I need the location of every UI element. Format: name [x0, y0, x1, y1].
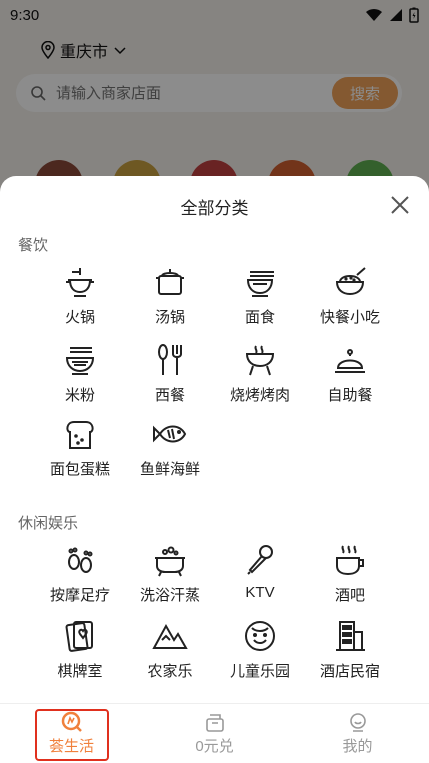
nav-label-life: 荟生活 [48, 738, 94, 755]
sheet-title: 全部分类 [180, 199, 249, 218]
hotpot-icon [66, 268, 94, 297]
category-hotpot[interactable]: 火锅 [35, 264, 125, 327]
soup-pot-icon [156, 269, 184, 295]
category-seafood[interactable]: 鱼鲜海鲜 [125, 416, 215, 479]
category-bakery[interactable]: 面包蛋糕 [35, 416, 125, 479]
category-buffet[interactable]: 自助餐 [305, 342, 395, 405]
category-soup-pot[interactable]: 汤锅 [125, 264, 215, 327]
close-icon[interactable] [389, 194, 411, 216]
footprints-icon [68, 547, 93, 573]
category-massage[interactable]: 按摩足疗 [35, 542, 125, 605]
category-fast-food[interactable]: 快餐小吃 [305, 264, 395, 327]
bathtub-icon [155, 546, 185, 577]
noodle-bowl-icon [246, 271, 274, 297]
cloche-icon [335, 349, 365, 373]
section-title-leisure: 休闲娱乐 [18, 515, 79, 532]
search-home-icon [61, 711, 82, 732]
mountain-icon [152, 623, 188, 649]
gift-box-icon [205, 714, 224, 732]
category-bath-sauna[interactable]: 洗浴汗蒸 [125, 542, 215, 605]
user-face-icon [349, 713, 366, 732]
coffee-cup-icon [336, 545, 364, 576]
microphone-icon [247, 545, 273, 575]
category-sheet: 全部分类 餐饮 火锅 汤锅 面食 快餐小吃 米粉 西餐 烧烤烤肉 自助餐 面包蛋… [0, 176, 429, 763]
nav-item-free-redeem[interactable]: 0元兑 [143, 704, 286, 763]
category-kids-park[interactable]: 儿童乐园 [215, 618, 305, 681]
cards-icon [65, 621, 93, 652]
nav-item-mine[interactable]: 我的 [286, 704, 429, 763]
fish-icon [153, 425, 187, 443]
category-hotel[interactable]: 酒店民宿 [305, 618, 395, 681]
child-face-icon [245, 621, 275, 651]
category-ktv[interactable]: KTV [215, 542, 305, 601]
building-icon [336, 621, 365, 651]
category-rice-noodles[interactable]: 米粉 [35, 342, 125, 405]
category-noodles[interactable]: 面食 [215, 264, 305, 327]
nav-label-free-redeem: 0元兑 [195, 738, 234, 755]
category-chess-cards[interactable]: 棋牌室 [35, 618, 125, 681]
bread-icon [66, 421, 94, 449]
category-western-food[interactable]: 西餐 [125, 342, 215, 405]
category-bar[interactable]: 酒吧 [305, 542, 395, 605]
bottom-nav: 荟生活 0元兑 我的 [0, 703, 429, 763]
nav-item-life[interactable]: 荟生活 [0, 704, 143, 763]
rice-noodle-icon [65, 347, 95, 375]
rice-bowl-icon [335, 267, 366, 296]
category-bbq[interactable]: 烧烤烤肉 [215, 342, 305, 405]
grill-icon [245, 345, 275, 376]
category-farmhouse[interactable]: 农家乐 [125, 618, 215, 681]
fork-spoon-icon [158, 344, 182, 375]
nav-label-mine: 我的 [342, 738, 373, 755]
section-title-dining: 餐饮 [18, 237, 49, 254]
